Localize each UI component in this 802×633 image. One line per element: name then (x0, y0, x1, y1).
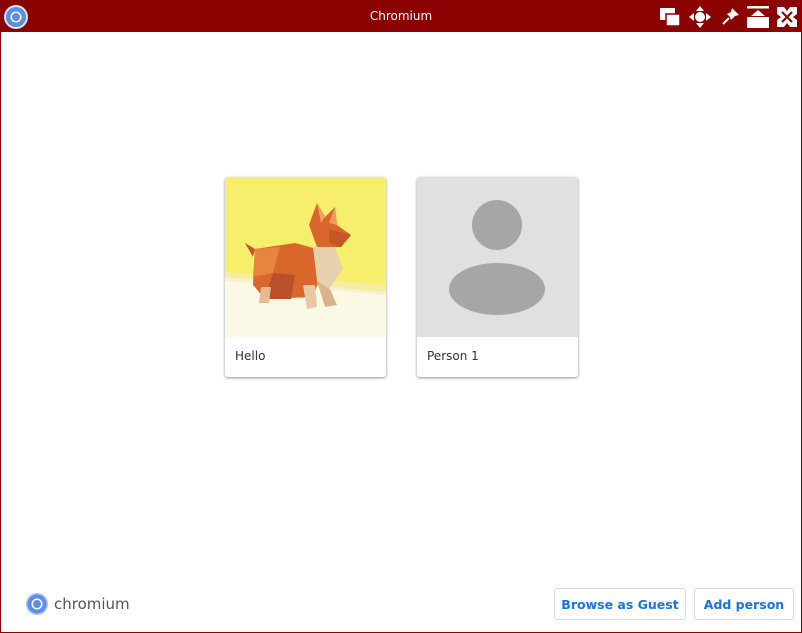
profile-name: Hello (235, 349, 266, 363)
default-avatar-icon (417, 177, 578, 337)
close-icon[interactable] (775, 5, 799, 29)
chromium-wordmark: chromium (54, 595, 130, 613)
browse-as-guest-button[interactable]: Browse as Guest (554, 588, 686, 620)
chromium-logo-icon (26, 593, 48, 615)
maximize-icon[interactable] (746, 5, 770, 29)
profile-name: Person 1 (427, 349, 479, 363)
profile-card-hello[interactable]: Hello (225, 177, 386, 377)
profile-picker-window: Chromium Hello Person 1 chromium Browse … (0, 0, 802, 633)
windows-icon[interactable] (658, 5, 682, 29)
profile-card-person-1[interactable]: Person 1 (417, 177, 578, 377)
title-bar[interactable]: Chromium (1, 1, 801, 32)
move-icon[interactable] (688, 5, 712, 29)
pin-icon[interactable] (718, 5, 742, 29)
origami-corgi-avatar (225, 177, 386, 337)
add-person-button[interactable]: Add person (694, 588, 794, 620)
chromium-logo: chromium (25, 592, 130, 616)
